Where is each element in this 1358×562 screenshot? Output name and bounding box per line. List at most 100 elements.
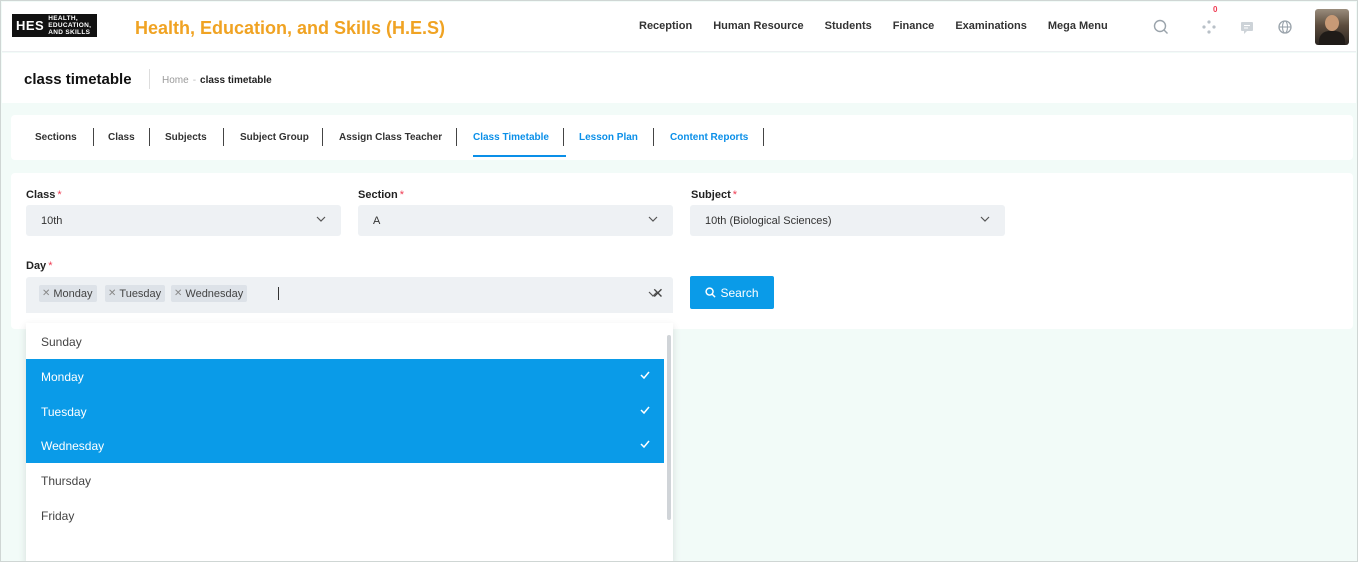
tab-divider xyxy=(653,128,654,146)
logo-line: EDUCATION, xyxy=(48,22,92,29)
tab-class[interactable]: Class xyxy=(108,132,135,143)
option-label: Friday xyxy=(41,508,75,523)
dropdown-scrollbar[interactable] xyxy=(667,335,671,520)
day-option-tuesday[interactable]: Tuesday xyxy=(26,394,664,429)
nav-examinations[interactable]: Examinations xyxy=(955,20,1027,32)
day-label-text: Day xyxy=(26,260,47,272)
tab-divider xyxy=(149,128,150,146)
tab-sections[interactable]: Sections xyxy=(35,132,77,143)
breadcrumb-current: class timetable xyxy=(200,75,272,86)
option-label: Tuesday xyxy=(41,404,87,419)
subject-select[interactable]: 10th (Biological Sciences) xyxy=(690,205,1005,236)
avatar-face xyxy=(1325,15,1339,31)
day-multiselect[interactable]: ✕ Monday ✕ Tuesday ✕ Wednesday ✕ xyxy=(26,277,673,313)
breadcrumb: Home - class timetable xyxy=(162,75,272,86)
class-select-value: 10th xyxy=(41,215,63,227)
breadcrumb-separator: - xyxy=(192,75,197,86)
tab-subject-group[interactable]: Subject Group xyxy=(240,132,309,143)
subject-select-value: 10th (Biological Sciences) xyxy=(705,215,832,227)
day-dropdown-menu: Sunday Monday Tuesday Wednesday Thursday… xyxy=(26,323,673,561)
tab-content-reports[interactable]: Content Reports xyxy=(670,132,748,143)
selected-day-tag[interactable]: ✕ Tuesday xyxy=(105,285,166,302)
section-select[interactable]: A xyxy=(358,205,673,236)
day-label: Day * xyxy=(26,260,52,272)
tab-divider xyxy=(563,128,564,146)
class-label: Class * xyxy=(26,189,62,201)
nav-mega-menu[interactable]: Mega Menu xyxy=(1048,20,1108,32)
checkmark-icon xyxy=(640,440,650,449)
tab-divider xyxy=(223,128,224,146)
class-label-text: Class xyxy=(26,189,56,201)
search-button-label: Search xyxy=(720,285,759,300)
required-mark: * xyxy=(399,189,405,201)
remove-tag-icon[interactable]: ✕ xyxy=(42,288,50,299)
logo[interactable]: HES HEALTH, EDUCATION, AND SKILLS xyxy=(12,14,98,37)
logo-subtitle: HEALTH, EDUCATION, AND SKILLS xyxy=(48,15,91,36)
apps-icon[interactable] xyxy=(1198,16,1220,38)
breadcrumb-divider xyxy=(149,69,150,89)
tag-label: Wednesday xyxy=(185,287,244,300)
selected-day-tag[interactable]: ✕ Wednesday xyxy=(171,285,248,302)
tab-divider xyxy=(322,128,323,146)
logo-mark: HES xyxy=(16,18,45,33)
search-button[interactable]: Search xyxy=(690,276,774,309)
main-nav: Reception Human Resource Students Financ… xyxy=(639,20,1129,32)
logo-line: AND SKILLS xyxy=(48,29,91,36)
chat-icon[interactable] xyxy=(1236,16,1258,38)
remove-tag-icon[interactable]: ✕ xyxy=(108,288,116,299)
chevron-down-icon[interactable] xyxy=(648,289,658,299)
tab-divider xyxy=(763,128,764,146)
text-caret xyxy=(278,287,279,300)
day-option-friday[interactable]: Friday xyxy=(26,498,664,533)
option-label: Sunday xyxy=(41,334,82,349)
day-option-wednesday[interactable]: Wednesday xyxy=(26,428,664,463)
breadcrumb-home[interactable]: Home xyxy=(162,75,189,86)
tab-lesson-plan[interactable]: Lesson Plan xyxy=(579,132,638,143)
day-option-thursday[interactable]: Thursday xyxy=(26,463,664,498)
day-option-sunday[interactable]: Sunday xyxy=(26,324,664,359)
top-bar: HES HEALTH, EDUCATION, AND SKILLS Health… xyxy=(2,2,1356,52)
app-title: Health, Education, and Skills (H.E.S) xyxy=(135,18,446,38)
tabs-card: Sections Class Subjects Subject Group As… xyxy=(11,115,1353,160)
required-mark: * xyxy=(57,189,62,201)
tab-divider xyxy=(93,128,94,146)
option-label: Thursday xyxy=(41,473,92,488)
subject-label-text: Subject xyxy=(691,189,731,201)
notification-badge: 0 xyxy=(1213,5,1218,14)
subject-label: Subject * xyxy=(691,189,737,201)
required-mark: * xyxy=(48,260,53,272)
option-label: Wednesday xyxy=(41,438,105,453)
selected-day-tag[interactable]: ✕ Monday xyxy=(39,285,97,302)
globe-icon[interactable] xyxy=(1274,16,1296,38)
checkmark-icon xyxy=(640,371,650,380)
nav-human-resource[interactable]: Human Resource xyxy=(713,20,803,32)
logo-line: HEALTH, xyxy=(48,15,79,22)
chevron-down-icon xyxy=(648,216,658,222)
app-frame: HES HEALTH, EDUCATION, AND SKILLS Health… xyxy=(0,0,1358,562)
remove-tag-icon[interactable]: ✕ xyxy=(174,288,182,299)
chevron-down-icon xyxy=(316,216,326,222)
section-label-text: Section xyxy=(358,189,398,201)
tag-label: Monday xyxy=(53,287,93,300)
class-select[interactable]: 10th xyxy=(26,205,341,236)
tab-class-timetable[interactable]: Class Timetable xyxy=(473,132,549,143)
nav-reception[interactable]: Reception xyxy=(639,20,692,32)
page-title: class timetable xyxy=(24,71,132,88)
nav-finance[interactable]: Finance xyxy=(893,20,935,32)
tag-label: Tuesday xyxy=(119,287,162,300)
checkmark-icon xyxy=(640,406,650,415)
search-icon[interactable] xyxy=(1150,16,1172,38)
tab-assign-class-teacher[interactable]: Assign Class Teacher xyxy=(339,132,442,143)
avatar[interactable] xyxy=(1315,9,1349,45)
active-tab-indicator xyxy=(473,155,566,157)
option-label: Monday xyxy=(41,369,84,384)
search-icon xyxy=(705,287,717,298)
tab-divider xyxy=(456,128,457,146)
nav-students[interactable]: Students xyxy=(825,20,872,32)
section-select-value: A xyxy=(373,215,381,227)
day-option-monday[interactable]: Monday xyxy=(26,359,664,394)
chevron-down-icon xyxy=(980,216,990,222)
required-mark: * xyxy=(732,189,738,201)
tab-subjects[interactable]: Subjects xyxy=(165,132,207,143)
page-header: class timetable Home - class timetable xyxy=(2,53,1356,103)
